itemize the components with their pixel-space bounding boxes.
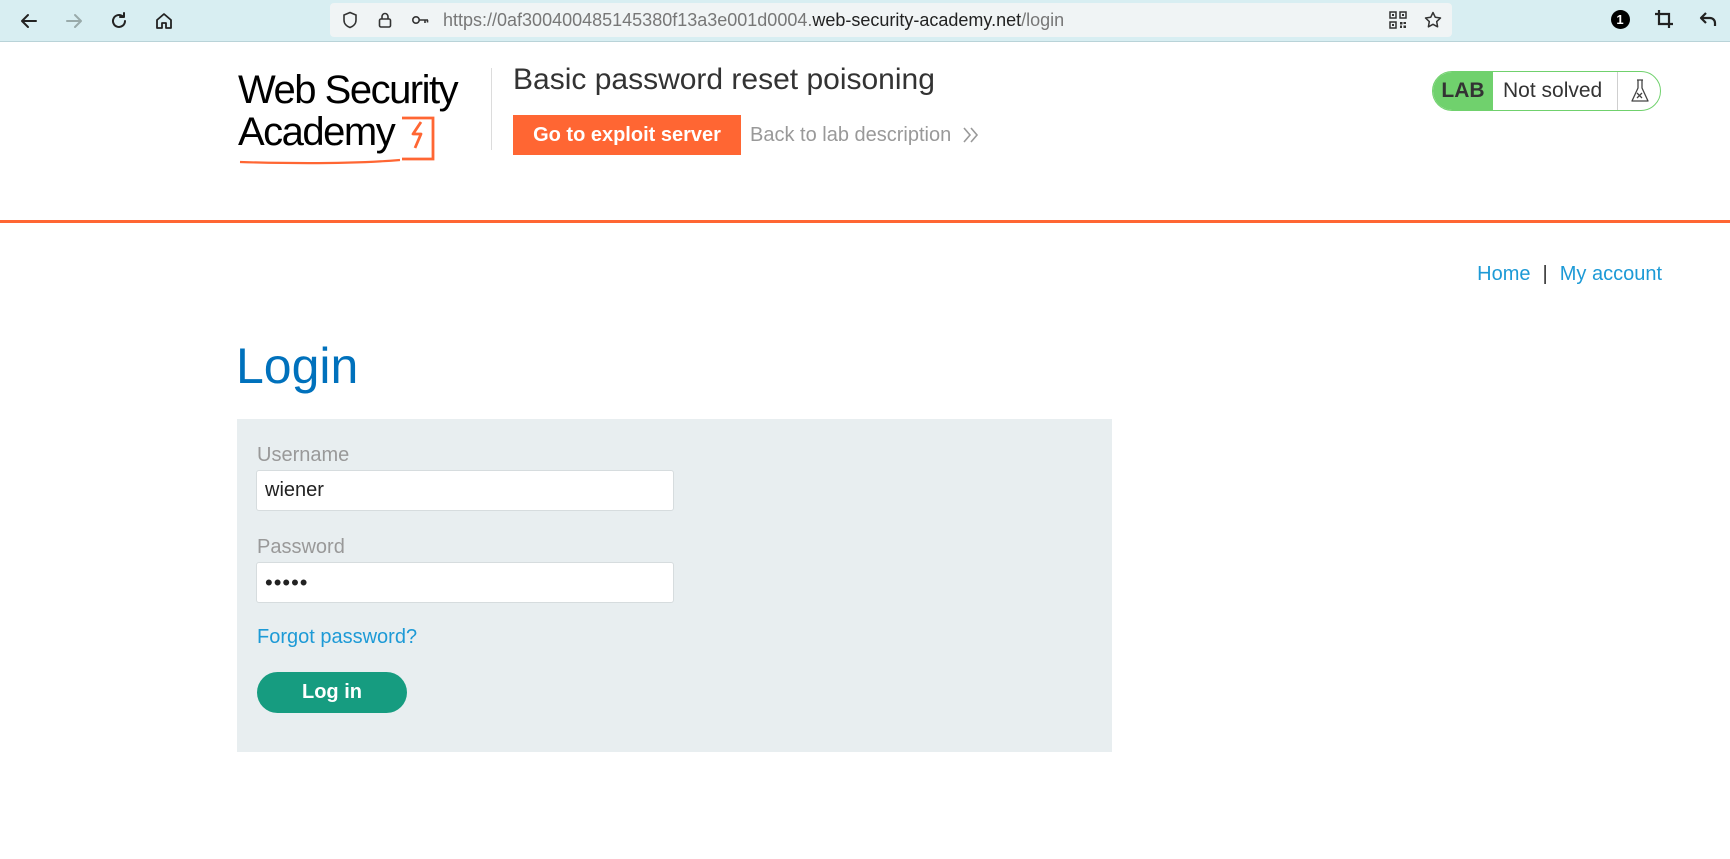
browser-toolbar: https://0af300400485145380f13a3e001d0004… (0, 0, 1730, 42)
url-text: https://0af300400485145380f13a3e001d0004… (443, 10, 1064, 30)
lab-status-widget: LAB Not solved (1432, 71, 1661, 111)
web-security-academy-logo[interactable]: Web Security Academy (238, 68, 493, 165)
arrow-right-icon (66, 14, 82, 28)
bookmark-star-icon[interactable] (1423, 10, 1443, 30)
lab-title: Basic password reset poisoning (513, 63, 935, 96)
reload-button[interactable] (102, 4, 136, 38)
lock-icon[interactable] (375, 10, 395, 30)
url-prefix: https://0af300400485145380f13a3e001d0004… (443, 10, 813, 30)
shield-icon[interactable] (340, 10, 360, 30)
header-divider (491, 68, 492, 150)
login-form: Username Password ••••• Forgot password?… (237, 419, 1112, 752)
crop-button[interactable] (1652, 7, 1676, 31)
lab-status-text: Not solved (1503, 79, 1603, 102)
key-icon[interactable] (410, 10, 430, 30)
password-label: Password (257, 536, 345, 558)
url-domain: web-security-academy.net (812, 10, 1022, 30)
nav-home-link[interactable]: Home (1477, 263, 1530, 285)
qr-code-icon[interactable] (1388, 10, 1408, 30)
reload-icon (112, 12, 126, 28)
go-to-exploit-server-button[interactable]: Go to exploit server (513, 115, 741, 155)
log-in-button[interactable]: Log in (257, 672, 407, 713)
back-to-lab-description-link[interactable]: Back to lab description (750, 123, 951, 147)
site-nav: Home | My account (1477, 261, 1662, 287)
password-input[interactable]: ••••• (256, 562, 674, 603)
username-label: Username (257, 444, 350, 466)
extension-button[interactable]: 1 (1608, 7, 1632, 31)
username-input[interactable] (256, 470, 674, 511)
nav-my-account-link[interactable]: My account (1560, 263, 1662, 285)
logo-line-1: Web Security (238, 68, 459, 112)
forgot-password-link[interactable]: Forgot password? (257, 625, 417, 649)
logo-lightning-mark (239, 116, 435, 165)
flask-icon (1617, 72, 1660, 110)
crop-icon (1655, 10, 1673, 28)
undo-button[interactable] (1696, 7, 1720, 31)
nav-separator: | (1542, 263, 1548, 285)
home-button[interactable] (147, 4, 181, 38)
home-icon (156, 13, 172, 29)
double-chevron-right-icon (963, 127, 979, 143)
login-heading: Login (236, 338, 359, 394)
undo-arrow-icon (1699, 12, 1717, 26)
extension-badge: 1 (1610, 9, 1630, 29)
url-path: /login (1021, 10, 1065, 30)
arrow-left-icon (21, 14, 37, 28)
header-orange-rule (0, 220, 1730, 223)
address-bar[interactable]: https://0af300400485145380f13a3e001d0004… (330, 3, 1452, 37)
forward-button[interactable] (57, 4, 91, 38)
lab-tag: LAB (1433, 72, 1493, 110)
back-button[interactable] (12, 4, 46, 38)
